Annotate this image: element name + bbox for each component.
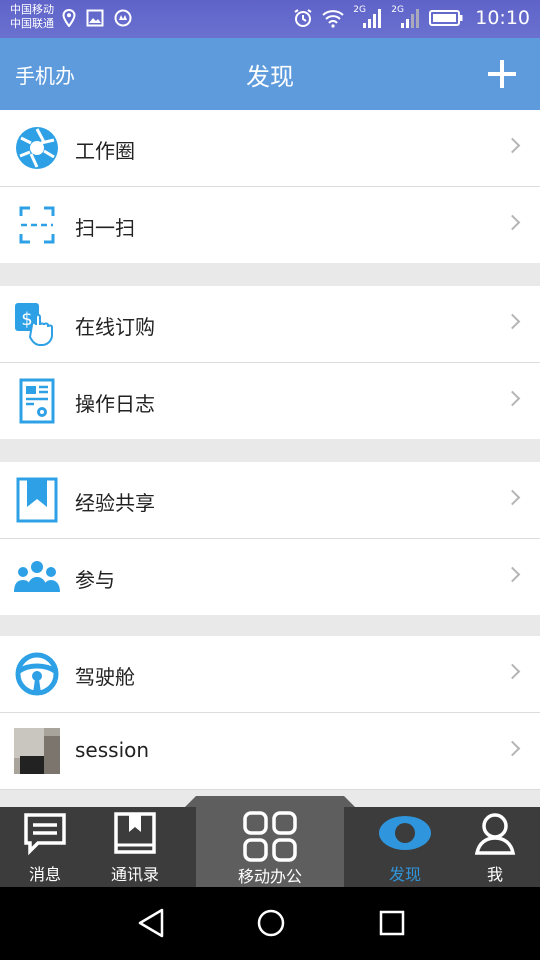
tab-label: 消息 (28, 865, 61, 884)
image-icon (86, 9, 104, 27)
message-icon (24, 813, 66, 856)
alarm-icon (294, 9, 312, 27)
app-header: 手机办 发现 (0, 38, 540, 110)
chevron-right-icon (504, 214, 521, 231)
status-bar: 中国移动 中国联通 2G 2G 10:10 (0, 0, 540, 38)
session-thumbnail (14, 728, 60, 774)
bottom-tab-bar: 消息 通讯录 移动办公 发现 我 (0, 807, 540, 887)
recents-icon[interactable] (377, 907, 407, 939)
list-item-cockpit[interactable]: 驾驶舱 (0, 636, 540, 712)
signal-icon (401, 9, 420, 28)
tab-label: 移动办公 (237, 867, 302, 886)
list-item-operation-log[interactable]: 操作日志 (0, 363, 540, 439)
list-item-label: session (75, 738, 150, 762)
online-purchase-icon: $ (15, 303, 53, 346)
chevron-right-icon (504, 390, 521, 407)
divider (0, 789, 540, 790)
shield-app-icon (114, 9, 132, 27)
list-item-label: 在线订购 (75, 315, 155, 339)
battery-icon (429, 10, 463, 26)
plus-icon[interactable] (486, 58, 518, 90)
back-icon[interactable] (136, 907, 166, 939)
list-item-session[interactable]: session (0, 713, 540, 789)
chevron-right-icon (504, 137, 521, 154)
clock: 10:10 (475, 7, 530, 29)
wifi-icon (322, 10, 344, 28)
list-item-label: 驾驶舱 (75, 665, 135, 689)
steering-wheel-icon (15, 652, 59, 696)
list-item-participate[interactable]: 参与 (0, 539, 540, 615)
chevron-right-icon (504, 489, 521, 506)
chevron-right-icon (504, 663, 521, 680)
tab-label: 通讯录 (110, 865, 159, 884)
list-item-label: 操作日志 (75, 392, 155, 416)
people-group-icon (14, 561, 60, 592)
chevron-right-icon (504, 566, 521, 583)
list-item-online-order[interactable]: $ 在线订购 (0, 286, 540, 362)
person-icon (474, 813, 516, 855)
carrier-1: 中国移动 (10, 3, 54, 16)
list-item-work-circle[interactable]: 工作圈 (0, 110, 540, 186)
operation-log-icon (19, 378, 55, 424)
list-item-label: 工作圈 (75, 139, 135, 163)
list-item-experience-share[interactable]: 经验共享 (0, 462, 540, 538)
list-item-scan[interactable]: 扫一扫 (0, 187, 540, 263)
tab-messages[interactable]: 消息 (0, 807, 90, 887)
tab-contacts[interactable]: 通讯录 (90, 807, 180, 887)
signal-icon (363, 9, 382, 28)
chevron-right-icon (504, 313, 521, 330)
scan-frame-icon (19, 206, 55, 244)
list-item-label: 经验共享 (75, 491, 155, 515)
page-title: 发现 (246, 63, 294, 91)
location-icon (62, 9, 76, 27)
tab-label: 我 (486, 865, 503, 884)
app-grid-icon (243, 811, 297, 862)
contacts-book-icon (114, 812, 156, 854)
system-nav-bar (0, 887, 540, 960)
tab-label: 发现 (388, 865, 421, 884)
tab-mobile-office[interactable]: 移动办公 (196, 807, 344, 887)
camera-aperture-icon (16, 127, 58, 169)
eye-icon (379, 816, 431, 850)
list-item-label: 参与 (75, 568, 115, 592)
home-icon[interactable] (256, 907, 286, 939)
chevron-right-icon (504, 740, 521, 757)
tab-me[interactable]: 我 (450, 807, 540, 887)
tab-discover[interactable]: 发现 (360, 807, 450, 887)
app-name-button[interactable]: 手机办 (15, 60, 75, 89)
bookmark-icon (16, 477, 58, 523)
carrier-info: 中国移动 中国联通 (10, 3, 54, 31)
carrier-2: 中国联通 (10, 17, 54, 30)
list-item-label: 扫一扫 (75, 216, 135, 240)
